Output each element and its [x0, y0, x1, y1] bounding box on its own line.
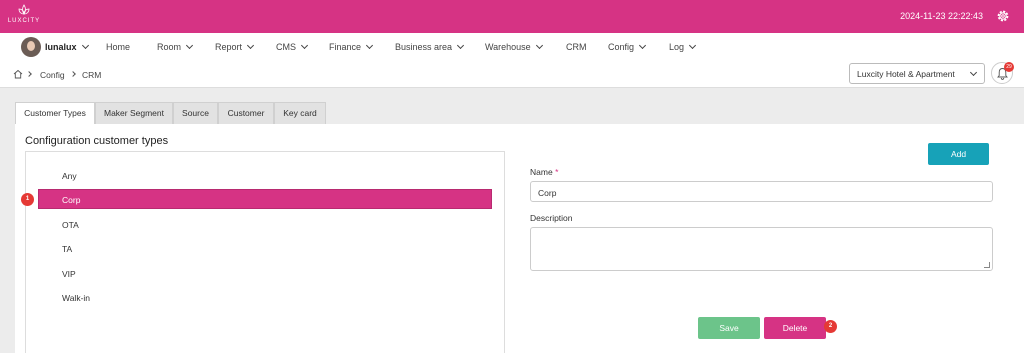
annotation-marker-2: 2	[824, 320, 837, 333]
user-menu[interactable]: lunalux	[45, 41, 89, 52]
avatar[interactable]	[21, 37, 41, 57]
name-field[interactable]: Corp	[530, 181, 993, 202]
page-title: Configuration customer types	[25, 135, 169, 147]
chevron-down-icon	[185, 41, 194, 50]
nav-home[interactable]: Home	[106, 42, 130, 52]
tab-maker-segment[interactable]: Maker Segment	[95, 102, 173, 124]
chevron-down-icon	[535, 41, 543, 50]
delete-button[interactable]: Delete	[764, 317, 826, 339]
top-bar: LUXCITY 2024-11-23 22:22:43	[0, 0, 1024, 33]
hotel-select[interactable]: Luxcity Hotel & Apartment	[849, 63, 985, 84]
chevron-down-icon	[246, 41, 255, 50]
list-item-walk-in[interactable]: Walk-in	[62, 293, 90, 303]
main-nav: lunalux Home Room Report CMS Finance Bus…	[0, 33, 1024, 61]
chevron-down-icon	[688, 41, 697, 50]
notification-badge: 29	[1004, 62, 1014, 72]
nav-finance[interactable]: Finance	[329, 41, 374, 52]
lotus-icon	[18, 4, 30, 15]
tab-key-card[interactable]: Key card	[274, 102, 326, 124]
list-item-vip[interactable]: VIP	[62, 269, 76, 279]
list-item-corp[interactable]	[38, 189, 492, 209]
luxcity-logo[interactable]: LUXCITY	[6, 3, 42, 29]
nav-crm[interactable]: CRM	[566, 42, 587, 52]
chevron-right-icon	[70, 71, 76, 77]
list-item-corp-label: Corp	[62, 195, 81, 205]
list-item-ota[interactable]: OTA	[62, 220, 79, 230]
description-field[interactable]	[530, 227, 993, 271]
tab-customer-types[interactable]: Customer Types	[15, 102, 95, 124]
name-label: Name *	[530, 167, 559, 177]
chevron-down-icon	[300, 41, 309, 50]
chevron-down-icon	[81, 41, 89, 50]
add-button[interactable]: Add	[928, 143, 989, 165]
chevron-down-icon	[365, 41, 374, 50]
description-label: Description	[530, 213, 573, 223]
nav-report[interactable]: Report	[215, 41, 255, 52]
tab-source[interactable]: Source	[173, 102, 218, 124]
logo-text: LUXCITY	[7, 18, 41, 24]
save-button[interactable]: Save	[698, 317, 760, 339]
nav-config[interactable]: Config	[608, 41, 647, 52]
annotation-marker-1: 1	[21, 193, 34, 206]
customer-type-list	[25, 151, 505, 353]
list-item-any[interactable]: Any	[62, 171, 77, 181]
nav-cms[interactable]: CMS	[276, 41, 309, 52]
chevron-down-icon	[969, 68, 978, 77]
resize-handle[interactable]	[984, 262, 990, 268]
nav-business-area[interactable]: Business area	[395, 41, 465, 52]
tab-customer[interactable]: Customer	[218, 102, 274, 124]
chevron-down-icon	[638, 41, 647, 50]
gear-icon[interactable]	[996, 9, 1010, 23]
breadcrumb-crm[interactable]: CRM	[82, 70, 101, 80]
chevron-down-icon	[457, 41, 465, 50]
chevron-right-icon	[26, 71, 32, 77]
hotel-select-value: Luxcity Hotel & Apartment	[857, 69, 955, 79]
nav-log[interactable]: Log	[669, 41, 697, 52]
current-datetime: 2024-11-23 22:22:43	[900, 11, 983, 21]
nav-warehouse[interactable]: Warehouse	[485, 41, 543, 52]
nav-room[interactable]: Room	[157, 41, 194, 52]
list-item-ta[interactable]: TA	[62, 244, 72, 254]
breadcrumb-config[interactable]: Config	[40, 70, 65, 80]
home-icon[interactable]	[13, 69, 23, 79]
